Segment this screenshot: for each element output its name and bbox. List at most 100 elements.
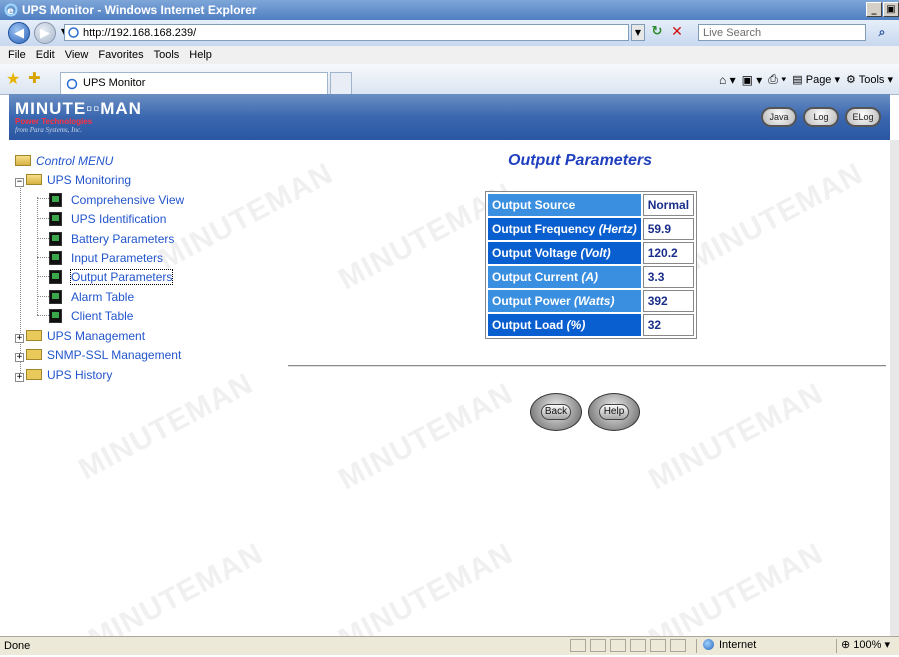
search-icon[interactable]: ⌕ <box>872 23 892 42</box>
globe-icon <box>703 639 714 650</box>
param-value: 32 <box>642 314 695 336</box>
param-label: Output Voltage (Volt) <box>488 242 641 264</box>
tree-ups-management-label: UPS Management <box>47 329 146 343</box>
monitor-icon <box>49 290 62 304</box>
tree-ups-history[interactable]: + UPS History <box>15 366 112 384</box>
folder-open-icon <box>15 155 31 166</box>
tree-item-label: Comprehensive View <box>71 193 185 207</box>
menu-bar: File Edit View Favorites Tools Help <box>0 46 899 64</box>
table-row: Output Frequency (Hertz) 59.9 <box>488 218 695 240</box>
minimize-button[interactable]: _ <box>866 2 882 17</box>
tree-ups-monitoring-label: UPS Monitoring <box>47 173 132 187</box>
expand-icon[interactable]: + <box>15 373 24 382</box>
tree-item-alarm-table[interactable]: Alarm Table <box>49 288 134 306</box>
search-placeholder: Live Search <box>703 27 762 39</box>
address-toolbar: ◀ ▶ ▼ http://192.168.168.239/ ▼ ↻ ✕ Live… <box>0 20 899 46</box>
status-text: Done <box>4 640 31 652</box>
zoom-control[interactable]: ⊕ 100% ▾ <box>836 639 898 653</box>
tree-root[interactable]: Control MENU <box>15 152 113 170</box>
menu-view[interactable]: View <box>65 49 89 61</box>
back-nav-button[interactable]: ◀ <box>8 22 30 44</box>
refresh-icon[interactable]: ↻ <box>648 23 666 41</box>
home-icon[interactable]: ⌂ ▾ <box>719 73 736 87</box>
tree-ups-management[interactable]: + UPS Management <box>15 327 145 345</box>
status-segment <box>650 639 666 652</box>
table-row: Output Power (Watts) 392 <box>488 290 695 312</box>
menu-tools[interactable]: Tools <box>154 49 180 61</box>
window-title: UPS Monitor - Windows Internet Explorer <box>22 3 257 17</box>
tree-item-client-table[interactable]: Client Table <box>49 307 133 325</box>
monitor-icon <box>49 232 62 246</box>
folder-icon <box>26 349 42 360</box>
ie-logo-icon: e <box>4 3 18 17</box>
param-value: Normal <box>642 194 695 216</box>
security-zone[interactable]: Internet <box>696 639 816 653</box>
tree-item-output-parameters[interactable]: Output Parameters <box>49 268 174 286</box>
zone-label: Internet <box>719 639 757 651</box>
table-row: Output Load (%) 32 <box>488 314 695 336</box>
watermark: MINUTEMAN <box>153 156 339 277</box>
elog-button[interactable]: ELog <box>845 107 881 127</box>
folder-icon <box>26 330 42 341</box>
status-segment <box>610 639 626 652</box>
page-icon <box>68 27 79 38</box>
java-button[interactable]: Java <box>761 107 797 127</box>
back-button[interactable]: Back <box>530 393 582 431</box>
tab-toolbar: ★ ✚ UPS Monitor ⌂ ▾ ▣ ▾ ⎙ ▾ ▤ Page ▾ ⚙ T… <box>0 64 899 95</box>
search-input[interactable]: Live Search <box>698 24 866 41</box>
tree-item-label: Battery Parameters <box>71 232 175 246</box>
help-button[interactable]: Help <box>588 393 640 431</box>
page-title: Output Parameters <box>508 152 653 169</box>
logo-subtitle-2: from Para Systems, Inc. <box>15 126 82 134</box>
tab-ups-monitor[interactable]: UPS Monitor <box>60 72 328 94</box>
expand-icon[interactable]: + <box>15 334 24 343</box>
tree-snmp-ssl-management-label: SNMP-SSL Management <box>47 348 182 362</box>
window-titlebar: e UPS Monitor - Windows Internet Explore… <box>0 0 899 20</box>
favorites-star-icon[interactable]: ★ <box>6 69 20 88</box>
output-parameters-table: Output Source Normal Output Frequency (H… <box>485 191 698 339</box>
stop-icon[interactable]: ✕ <box>668 23 686 41</box>
tree-snmp-ssl-management[interactable]: + SNMP-SSL Management <box>15 346 181 364</box>
feeds-icon[interactable]: ▣ ▾ <box>742 73 763 87</box>
tree-item-comprehensive-view[interactable]: Comprehensive View <box>49 191 184 209</box>
tree-item-input-parameters[interactable]: Input Parameters <box>49 249 163 267</box>
tree-item-ups-identification[interactable]: UPS Identification <box>49 210 166 228</box>
collapse-icon[interactable]: − <box>15 178 24 187</box>
address-dropdown[interactable]: ▼ <box>631 24 645 41</box>
folder-open-icon <box>26 174 42 185</box>
menu-favorites[interactable]: Favorites <box>98 49 143 61</box>
page-menu[interactable]: ▤ Page ▾ <box>792 73 840 86</box>
tree-ups-monitoring[interactable]: − UPS Monitoring <box>15 171 131 189</box>
tree-root-label: Control MENU <box>36 154 114 168</box>
tools-menu-label: Tools <box>858 74 885 86</box>
expand-icon[interactable]: + <box>15 353 24 362</box>
tree-item-label: Input Parameters <box>71 251 164 265</box>
divider <box>288 365 886 367</box>
param-label: Output Current (A) <box>488 266 641 288</box>
param-value: 59.9 <box>642 218 695 240</box>
back-button-label: Back <box>541 404 571 420</box>
menu-edit[interactable]: Edit <box>36 49 55 61</box>
tools-menu[interactable]: ⚙ Tools ▾ <box>846 73 893 86</box>
folder-icon <box>26 369 42 380</box>
status-segment <box>670 639 686 652</box>
tab-page-icon <box>66 78 78 90</box>
tree-item-battery-parameters[interactable]: Battery Parameters <box>49 230 174 248</box>
table-row: Output Voltage (Volt) 120.2 <box>488 242 695 264</box>
print-icon[interactable]: ⎙ ▾ <box>768 72 786 87</box>
menu-file[interactable]: File <box>8 49 26 61</box>
forward-nav-button[interactable]: ▶ <box>34 22 56 44</box>
monitor-icon <box>49 193 62 207</box>
menu-help[interactable]: Help <box>189 49 212 61</box>
minuteman-logo: MINUTE▫▫MAN <box>15 99 142 118</box>
maximize-button[interactable]: ▣ <box>883 2 899 17</box>
vertical-scrollbar[interactable] <box>890 140 899 636</box>
status-segment <box>590 639 606 652</box>
help-button-label: Help <box>599 404 629 420</box>
new-tab-button[interactable] <box>330 72 352 94</box>
address-input[interactable]: http://192.168.168.239/ <box>64 24 629 41</box>
log-button[interactable]: Log <box>803 107 839 127</box>
table-row: Output Source Normal <box>488 194 695 216</box>
add-favorites-icon[interactable]: ✚ <box>28 69 41 87</box>
tree-item-label: UPS Identification <box>71 212 167 226</box>
